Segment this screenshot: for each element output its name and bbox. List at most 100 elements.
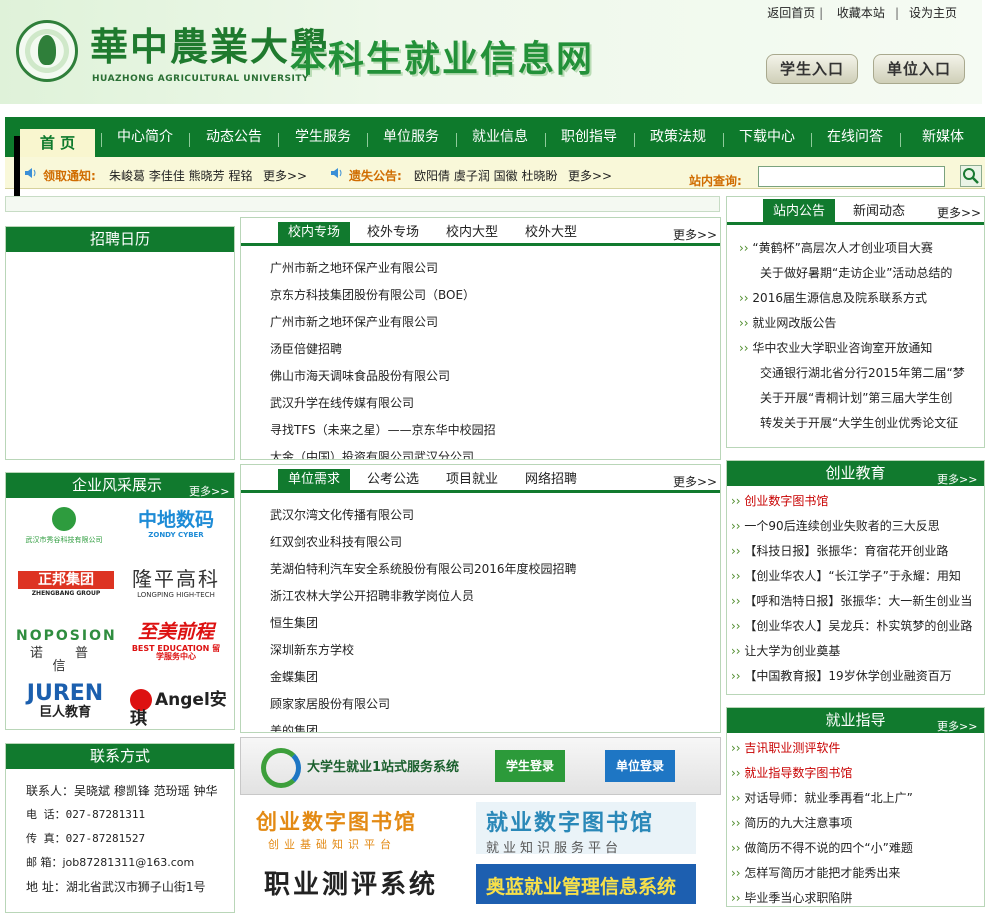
lost-notice-names[interactable]: 欧阳倩 虞子润 国徽 杜晓盼 [414, 167, 557, 184]
list-item[interactable]: 毕业季当心求职陷阱 [744, 891, 852, 905]
companies-more-link[interactable]: 更多>> [189, 483, 229, 499]
claim-notice-more-link[interactable]: 更多>> [263, 167, 307, 184]
set-homepage-link[interactable]: 设为主页 [909, 6, 957, 20]
list-item[interactable]: 广州市新之地环保产业有限公司 [241, 259, 720, 277]
back-home-link[interactable]: 返回首页 [767, 6, 815, 20]
list-item[interactable]: 顾家家居股份有限公司 [241, 695, 720, 713]
company-logo-longping[interactable]: 隆平高科 LONGPING HIGH-TECH [124, 569, 228, 605]
nav-item-home[interactable]: 首 页 [20, 129, 95, 157]
list-item[interactable]: 怎样写简历才能把才能秀出来 [744, 866, 900, 880]
student-entry-button[interactable]: 学生入口 [766, 54, 858, 84]
tab-news[interactable]: 新闻动态 [843, 199, 915, 225]
startup-library-banner[interactable]: 创业数字图书馆 创业基础知识平台 [246, 802, 466, 854]
list-item[interactable]: 2016届生源信息及院系联系方式 [752, 291, 927, 305]
nav-item-new-media[interactable]: 新媒体 [903, 127, 983, 147]
company-logo-best-education[interactable]: 至美前程 BEST EDUCATION 留学服务中心 [128, 623, 224, 665]
list-item[interactable]: 就业指导数字图书馆 [744, 766, 852, 780]
announcements-more-link[interactable]: 更多>> [937, 204, 981, 221]
tab-off-campus-large[interactable]: 校外大型 [515, 222, 587, 246]
nav-item-policy[interactable]: 政策法规 [638, 127, 718, 147]
company-logo-zhengbang[interactable]: 正邦集团 ZHENGBANG GROUP [18, 571, 114, 603]
list-item[interactable]: 创业数字图书馆 [744, 494, 828, 508]
list-item[interactable]: 交通银行湖北省分行2015年第二届“梦 [727, 364, 984, 382]
tab-on-campus-large[interactable]: 校内大型 [436, 222, 508, 246]
list-item[interactable]: 浙江农林大学公开招聘非教学岗位人员 [241, 587, 720, 605]
onestop-logo-icon [261, 748, 301, 788]
search-icon [963, 168, 979, 184]
list-item[interactable]: 【中国教育报】19岁休学创业融资百万 [744, 669, 951, 683]
nav-item-company-service[interactable]: 单位服务 [371, 127, 451, 147]
list-item[interactable]: 【呼和浩特日报】张振华：大一新生创业当 [744, 594, 972, 608]
list-item[interactable]: 武汉尔湾文化传播有限公司 [241, 506, 720, 524]
list-item[interactable]: 简历的九大注意事项 [744, 816, 852, 830]
lost-notice-label: 遗失公告: [349, 169, 402, 183]
student-login-button[interactable]: 学生登录 [495, 750, 565, 782]
search-button[interactable] [960, 165, 982, 187]
list-item[interactable]: 【创业华农人】“长江学子”于永耀：用知 [744, 569, 960, 583]
list-item[interactable]: 金蝶集团 [241, 668, 720, 686]
nav-item-student-service[interactable]: 学生服务 [283, 127, 363, 147]
list-item[interactable]: 芜湖伯特利汽车安全系统股份有限公司2016年度校园招聘 [241, 560, 720, 578]
nav-item-qa[interactable]: 在线问答 [815, 127, 895, 147]
contact-line: 联系人：吴晓斌 穆凯锋 范玢瑶 钟华 [26, 784, 218, 798]
list-item[interactable]: 红双剑农业科技有限公司 [241, 533, 720, 551]
list-item[interactable]: 广州市新之地环保产业有限公司 [241, 313, 720, 331]
claim-notice-names[interactable]: 朱峻葛 李佳佳 熊晓芳 程铭 [109, 167, 252, 184]
entrepreneurship-more-link[interactable]: 更多>> [937, 471, 977, 487]
list-item[interactable]: 吉讯职业测评软件 [744, 741, 840, 755]
list-item[interactable]: 华中农业大学职业咨询室开放通知 [752, 341, 932, 355]
demand-more-link[interactable]: 更多>> [673, 473, 717, 490]
tab-off-campus[interactable]: 校外专场 [357, 222, 429, 246]
company-logo-angel[interactable]: Angel安琪 [124, 689, 228, 728]
list-item[interactable]: 美的集团 [241, 722, 720, 732]
company-logo-noposion[interactable]: NOPOSION 诺 普 信 [16, 629, 116, 673]
nav-item-employment-info[interactable]: 就业信息 [460, 127, 540, 147]
tab-on-campus[interactable]: 校内专场 [278, 222, 351, 246]
nav-item-center-intro[interactable]: 中心简介 [105, 127, 185, 147]
list-item[interactable]: 对话导师：就业季再看“北上广” [744, 791, 912, 805]
company-entry-button[interactable]: 单位入口 [873, 54, 965, 84]
list-item[interactable]: 做简历不得不说的四个“小”难题 [744, 841, 912, 855]
tab-civil-exam[interactable]: 公考公选 [357, 469, 429, 493]
list-item[interactable]: 转发关于开展“大学生创业优秀论文征 [727, 414, 984, 432]
list-item[interactable]: 关于做好暑期“走访企业”活动总结的 [727, 264, 984, 282]
list-item[interactable]: 寻找TFS（未来之星）——京东华中校园招 [241, 421, 720, 439]
company-logo-juren[interactable]: JUREN 巨人教育 [20, 683, 110, 723]
employment-library-banner[interactable]: 就业数字图书馆 就业知识服务平台 [476, 802, 696, 856]
nav-item-downloads[interactable]: 下载中心 [727, 127, 807, 147]
company-logo-zondy[interactable]: 中地数码 ZONDY CYBER [124, 511, 228, 547]
aolan-system-banner[interactable]: 奥蓝就业管理信息系统 [476, 864, 696, 904]
recruit-more-link[interactable]: 更多>> [673, 226, 717, 243]
guidance-more-link[interactable]: 更多>> [937, 718, 977, 734]
bookmark-link[interactable]: 收藏本站 [837, 6, 885, 20]
onestop-banner[interactable]: 大学生就业1站式服务系统 学生登录 单位登录 [240, 737, 721, 795]
nav-item-announcements[interactable]: 动态公告 [194, 127, 274, 147]
career-test-banner[interactable]: 职业测评系统 [246, 864, 466, 904]
list-item[interactable]: 深圳新东方学校 [241, 641, 720, 659]
nav-item-career-guidance[interactable]: 职创指导 [549, 127, 629, 147]
list-item[interactable]: 【创业华农人】吴龙兵：朴实筑梦的创业路 [744, 619, 972, 633]
announcements-panel: 站内公告 新闻动态 更多>> ›› “黄鹤杯”高层次人才创业项目大赛 关于做好暑… [726, 196, 985, 448]
list-item[interactable]: 恒生集团 [241, 614, 720, 632]
tab-company-demand[interactable]: 单位需求 [278, 469, 351, 493]
list-item[interactable]: 武汉升学在线传媒有限公司 [241, 394, 720, 412]
guidance-panel: 就业指导 更多>> ›› 吉讯职业测评软件 ›› 就业指导数字图书馆 ›› 对话… [726, 707, 985, 907]
lost-notice-more-link[interactable]: 更多>> [568, 167, 612, 184]
tab-site-notice[interactable]: 站内公告 [763, 199, 836, 225]
list-item[interactable]: 京东方科技集团股份有限公司（BOE） [241, 286, 720, 304]
list-item[interactable]: 大金（中国）投资有限公司武汉分公司 [241, 448, 720, 459]
list-item[interactable]: “黄鹤杯”高层次人才创业项目大赛 [752, 241, 932, 255]
tab-online-recruit[interactable]: 网络招聘 [515, 469, 587, 493]
company-logo-xiugu[interactable]: 武汉市秀谷科技有限公司 [14, 507, 114, 551]
list-item[interactable]: 一个90后连续创业失败者的三大反思 [744, 519, 939, 533]
list-item[interactable]: 就业网改版公告 [752, 316, 836, 330]
list-item[interactable]: 汤臣倍健招聘 [241, 340, 720, 358]
list-item[interactable]: 让大学为创业奠基 [744, 644, 840, 658]
list-item[interactable]: 佛山市海天调味食品股份有限公司 [241, 367, 720, 385]
list-item[interactable]: 【科技日报】张振华：育宿花开创业路 [744, 544, 948, 558]
list-item[interactable]: 关于开展“青桐计划”第三届大学生创 [727, 389, 984, 407]
tab-project-employment[interactable]: 项目就业 [436, 469, 508, 493]
site-search-label: 站内查询: [689, 174, 742, 188]
company-login-button[interactable]: 单位登录 [605, 750, 675, 782]
site-search-input[interactable] [758, 166, 945, 187]
